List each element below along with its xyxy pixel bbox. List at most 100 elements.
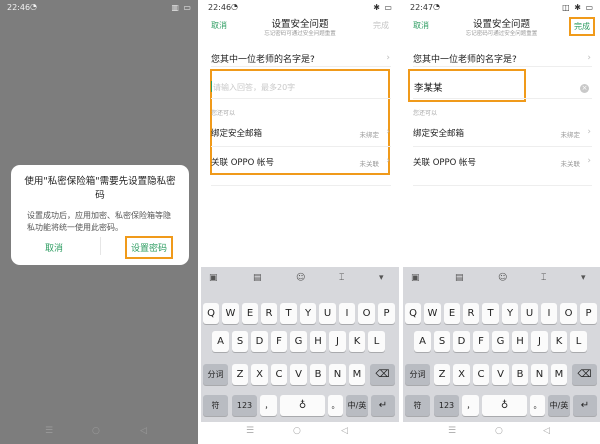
key-d[interactable]: D: [251, 331, 268, 352]
enter-icon[interactable]: ↵: [371, 395, 395, 416]
clipboard-icon[interactable]: ▤: [253, 273, 262, 283]
key-i[interactable]: I: [541, 303, 557, 324]
key-o[interactable]: O: [560, 303, 577, 324]
key-f[interactable]: F: [473, 331, 489, 352]
clear-icon[interactable]: ×: [580, 84, 589, 93]
key-u[interactable]: U: [521, 303, 538, 324]
key-s[interactable]: S: [434, 331, 450, 352]
nav-home-icon[interactable]: ○: [293, 426, 301, 436]
key-123[interactable]: 123: [232, 395, 257, 416]
key-z[interactable]: Z: [232, 364, 248, 385]
key-q[interactable]: Q: [405, 303, 421, 324]
clipboard-icon[interactable]: ▤: [455, 273, 464, 283]
key-fenci[interactable]: 分词: [203, 364, 228, 385]
backspace-icon[interactable]: ⌫: [572, 364, 597, 385]
key-comma[interactable]: ，: [462, 395, 479, 416]
key-c[interactable]: C: [271, 364, 287, 385]
key-g[interactable]: G: [290, 331, 307, 352]
answer-input[interactable]: 请输入回答，最多20字: [213, 82, 295, 93]
key-n[interactable]: N: [531, 364, 548, 385]
key-r[interactable]: R: [463, 303, 479, 324]
key-b[interactable]: B: [310, 364, 326, 385]
key-period[interactable]: 。: [328, 395, 343, 416]
key-q[interactable]: Q: [203, 303, 219, 324]
key-k[interactable]: K: [551, 331, 567, 352]
key-w[interactable]: W: [424, 303, 441, 324]
key-g[interactable]: G: [492, 331, 509, 352]
key-a[interactable]: A: [212, 331, 229, 352]
bind-email-item[interactable]: 绑定安全邮箱: [413, 127, 464, 139]
key-y[interactable]: Y: [502, 303, 518, 324]
key-p[interactable]: P: [580, 303, 597, 324]
emoji-icon[interactable]: ☺: [498, 273, 507, 283]
key-k[interactable]: K: [349, 331, 365, 352]
nav-menu-icon[interactable]: ☰: [448, 426, 456, 436]
key-e[interactable]: E: [444, 303, 460, 324]
key-v[interactable]: V: [492, 364, 509, 385]
microphone-icon[interactable]: ♁: [482, 395, 527, 416]
nav-back-icon[interactable]: ◁: [341, 426, 348, 436]
key-m[interactable]: M: [551, 364, 567, 385]
answer-input[interactable]: 李某某: [414, 80, 443, 94]
key-c[interactable]: C: [473, 364, 489, 385]
keyboard-hide-icon[interactable]: ▾: [581, 273, 586, 283]
key-symbols[interactable]: 符: [203, 395, 228, 416]
key-v[interactable]: V: [290, 364, 307, 385]
nav-menu-icon[interactable]: ☰: [246, 426, 254, 436]
enter-icon[interactable]: ↵: [573, 395, 597, 416]
nav-back-icon[interactable]: ◁: [543, 426, 550, 436]
key-symbols[interactable]: 符: [405, 395, 430, 416]
keyboard-hide-icon[interactable]: ▾: [379, 273, 384, 283]
link-account-item[interactable]: 关联 OPPO 帐号: [211, 156, 274, 168]
key-x[interactable]: X: [251, 364, 268, 385]
key-t[interactable]: T: [280, 303, 297, 324]
nav-menu-icon[interactable]: ☰: [45, 426, 53, 436]
key-j[interactable]: J: [329, 331, 346, 352]
security-question-selector[interactable]: 您其中一位老师的名字是?: [211, 52, 315, 65]
done-button[interactable]: 完成: [569, 17, 595, 36]
key-a[interactable]: A: [414, 331, 431, 352]
backspace-icon[interactable]: ⌫: [370, 364, 395, 385]
key-h[interactable]: H: [310, 331, 326, 352]
key-h[interactable]: H: [512, 331, 528, 352]
key-n[interactable]: N: [329, 364, 346, 385]
security-question-selector[interactable]: 您其中一位老师的名字是?: [413, 52, 517, 65]
key-f[interactable]: F: [271, 331, 287, 352]
key-r[interactable]: R: [261, 303, 277, 324]
key-o[interactable]: O: [358, 303, 375, 324]
cursor-icon[interactable]: ⌶: [339, 273, 344, 283]
key-e[interactable]: E: [242, 303, 258, 324]
key-l[interactable]: L: [570, 331, 587, 352]
key-d[interactable]: D: [453, 331, 470, 352]
nav-home-icon[interactable]: ○: [495, 426, 503, 436]
nav-back-icon[interactable]: ◁: [140, 426, 147, 436]
key-lang-switch[interactable]: 中/英: [346, 395, 368, 416]
key-z[interactable]: Z: [434, 364, 450, 385]
toolbox-icon[interactable]: ▣: [411, 273, 420, 283]
key-period[interactable]: 。: [530, 395, 545, 416]
cancel-button[interactable]: 取消: [45, 241, 63, 254]
key-y[interactable]: Y: [300, 303, 316, 324]
key-fenci[interactable]: 分词: [405, 364, 430, 385]
key-i[interactable]: I: [339, 303, 355, 324]
key-t[interactable]: T: [482, 303, 499, 324]
key-b[interactable]: B: [512, 364, 528, 385]
cursor-icon[interactable]: ⌶: [541, 273, 546, 283]
set-password-button[interactable]: 设置密码: [125, 236, 174, 259]
bind-email-item[interactable]: 绑定安全邮箱: [211, 127, 262, 139]
nav-home-icon[interactable]: ○: [92, 426, 100, 436]
key-123[interactable]: 123: [434, 395, 459, 416]
key-x[interactable]: X: [453, 364, 470, 385]
emoji-icon[interactable]: ☺: [296, 273, 305, 283]
done-button[interactable]: 完成: [373, 20, 389, 31]
key-lang-switch[interactable]: 中/英: [548, 395, 570, 416]
microphone-icon[interactable]: ♁: [280, 395, 325, 416]
link-account-item[interactable]: 关联 OPPO 帐号: [413, 156, 476, 168]
key-w[interactable]: W: [222, 303, 239, 324]
toolbox-icon[interactable]: ▣: [209, 273, 218, 283]
key-s[interactable]: S: [232, 331, 248, 352]
key-u[interactable]: U: [319, 303, 336, 324]
key-p[interactable]: P: [378, 303, 395, 324]
key-m[interactable]: M: [349, 364, 365, 385]
key-j[interactable]: J: [531, 331, 548, 352]
